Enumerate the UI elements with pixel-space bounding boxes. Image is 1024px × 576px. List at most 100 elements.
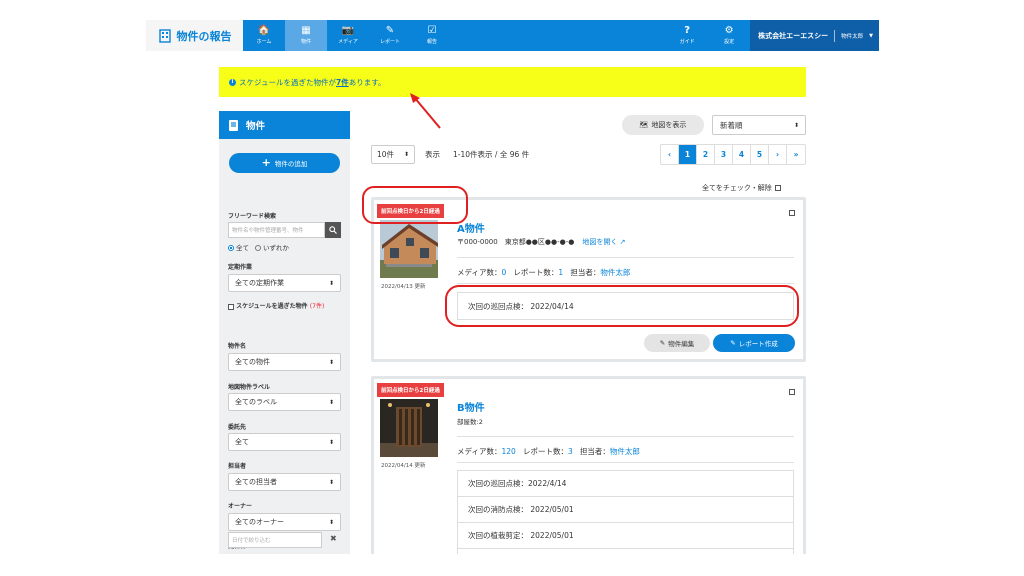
nav-settings[interactable]: ⚙ 設定 <box>708 20 750 51</box>
divider <box>457 462 794 463</box>
nav-home-label: ホーム <box>256 39 272 45</box>
annotation-arrow <box>410 93 441 129</box>
nav-home[interactable]: 🏠 ホーム <box>243 20 285 51</box>
pen-icon: ✎ <box>385 25 395 36</box>
radio-any[interactable]: いずれか <box>255 242 289 252</box>
user-name: 物件太郎 <box>841 33 864 40</box>
staff-link[interactable]: 物件太郎 <box>610 447 640 456</box>
check-all-checkbox[interactable] <box>774 185 781 191</box>
radio-all-circle <box>228 245 234 251</box>
report-count[interactable]: 3 <box>568 447 573 456</box>
select-arrow-icon: ⬍ <box>328 398 334 406</box>
account-menu[interactable]: 株式会社エーエスシー 物件太郎 ▼ <box>750 20 879 51</box>
nav-report[interactable]: ✎ レポート <box>369 20 411 51</box>
app-logo[interactable]: 物件の報告 <box>146 20 243 51</box>
edit-property-label: 物件編集 <box>668 340 695 348</box>
media-count[interactable]: 0 <box>501 268 506 277</box>
edit-icon: ✎ <box>659 339 666 347</box>
create-report-button[interactable]: ✎ レポート作成 <box>713 334 795 352</box>
nav-property-label: 物件 <box>300 39 311 45</box>
radio-all-label: 全て <box>236 244 249 252</box>
radio-any-circle <box>255 245 261 251</box>
overdue-checkbox[interactable] <box>228 303 234 310</box>
show-map-button[interactable]: 🗺 地図を表示 <box>622 115 704 135</box>
date-filter-input[interactable]: 日付で絞り込む <box>228 532 322 548</box>
consign-select[interactable]: 全て ⬍ <box>228 433 341 451</box>
edit-property-button[interactable]: ✎ 物件編集 <box>644 334 710 352</box>
schedule-row: 次回の巡回点検：2022/4/14 <box>458 471 793 497</box>
building-icon: ▦ <box>301 25 311 36</box>
app-frame: 物件の報告 🏠 ホーム ▦ 物件 📷 メディア ✎ レポート ☑ 報告 ? ガイド ⚙ 設定 … <box>146 20 879 554</box>
search-icon <box>329 226 337 234</box>
match-mode-radios: 全て いずれか <box>228 242 289 252</box>
clear-date-icon[interactable]: ✖ <box>330 534 337 543</box>
overdue-filter[interactable]: スケジュールを過ぎた物件 (7件) <box>228 301 343 312</box>
nav-media-label: メディア <box>338 39 358 45</box>
staff-link[interactable]: 物件太郎 <box>600 268 630 277</box>
page-last[interactable]: » <box>787 145 805 164</box>
select-arrow-icon: ⬍ <box>328 478 334 486</box>
property-label: 物件名 <box>228 343 247 350</box>
schedule-box: 次回の巡回点検：2022/4/14 次回の消防点検： 2022/05/01 次回… <box>457 470 794 554</box>
periodic-select[interactable]: 全ての定期作業 ⬍ <box>228 274 341 292</box>
add-property-button[interactable]: + 物件の追加 <box>229 153 340 173</box>
nav-guide[interactable]: ? ガイド <box>666 20 708 51</box>
gear-icon: ⚙ <box>724 25 734 36</box>
owner-select[interactable]: 全てのオーナー ⬍ <box>228 513 341 531</box>
nav-guide-label: ガイド <box>679 39 695 45</box>
report-count[interactable]: 1 <box>558 268 563 277</box>
maplabel-value: 全てのラベル <box>235 398 277 406</box>
property-name-link[interactable]: A物件 <box>457 220 485 235</box>
per-page-select[interactable]: 10件 ⬍ <box>371 145 415 164</box>
owner-value: 全てのオーナー <box>235 518 284 526</box>
per-page-label: 表示 <box>425 150 440 159</box>
radio-any-label: いずれか <box>263 244 289 252</box>
nav-property[interactable]: ▦ 物件 <box>285 20 327 51</box>
freeword-label: フリーワード検索 <box>228 213 277 220</box>
staff-select[interactable]: 全ての担当者 ⬍ <box>228 473 341 491</box>
page-next[interactable]: › <box>769 145 787 164</box>
media-label: メディア数： <box>457 268 502 277</box>
staff-value: 全ての担当者 <box>235 478 277 486</box>
building-icon <box>158 28 171 43</box>
property-photo[interactable] <box>380 399 438 457</box>
property-name-link[interactable]: B物件 <box>457 399 485 414</box>
page-4[interactable]: 4 <box>733 145 751 164</box>
page-prev[interactable]: ‹ <box>661 145 679 164</box>
interior-photo <box>380 399 438 457</box>
page-5[interactable]: 5 <box>751 145 769 164</box>
property-stats: メディア数：120 レポート数：3 担当者：物件太郎 <box>457 446 640 457</box>
search-button[interactable] <box>325 222 341 238</box>
page-3[interactable]: 3 <box>715 145 733 164</box>
card-checkbox[interactable] <box>789 389 795 395</box>
open-map-label: 地図を開く <box>582 238 618 246</box>
pagination: ‹ 1 2 3 4 5 › » <box>660 144 806 165</box>
periodic-label: 定期作業 <box>228 264 253 271</box>
question-icon: ? <box>684 25 691 36</box>
nav-notice[interactable]: ☑ 報告 <box>411 20 453 51</box>
freeword-search-input[interactable]: 物件名や物件管理番号、物件 <box>228 222 325 238</box>
top-navbar: 物件の報告 🏠 ホーム ▦ 物件 📷 メディア ✎ レポート ☑ 報告 ? ガイド ⚙ 設定 … <box>146 20 879 51</box>
check-all-toggle[interactable]: 全てをチェック・解除 <box>702 183 781 193</box>
page-1[interactable]: 1 <box>679 145 697 164</box>
media-count[interactable]: 120 <box>501 447 515 456</box>
page-2[interactable]: 2 <box>697 145 715 164</box>
sort-select[interactable]: 新着順 ⬍ <box>712 115 806 135</box>
radio-all[interactable]: 全て <box>228 242 249 252</box>
owner-label: オーナー <box>228 503 253 510</box>
overdue-count: (7件) <box>309 303 325 310</box>
card-checkbox[interactable] <box>789 210 795 216</box>
nav-media[interactable]: 📷 メディア <box>327 20 369 51</box>
maplabel-select[interactable]: 全てのラベル ⬍ <box>228 393 341 411</box>
divider <box>457 257 794 258</box>
alert-count-link[interactable]: 7件 <box>336 77 349 88</box>
info-icon: i <box>229 78 236 86</box>
property-select[interactable]: 全ての物件 ⬍ <box>228 353 341 371</box>
property-value: 全ての物件 <box>235 358 270 366</box>
open-map-link[interactable]: 地図を開く ↗ <box>582 237 625 247</box>
select-arrow-icon: ⬍ <box>328 438 334 446</box>
property-photo[interactable] <box>380 220 438 278</box>
schedule-row <box>458 549 793 554</box>
property-card: 前回点検日から2日経過 2022/04/13 更新 A物件 〒000-0000 … <box>371 197 806 362</box>
alert-prefix: スケジュールを過ぎた物件が <box>239 77 336 87</box>
